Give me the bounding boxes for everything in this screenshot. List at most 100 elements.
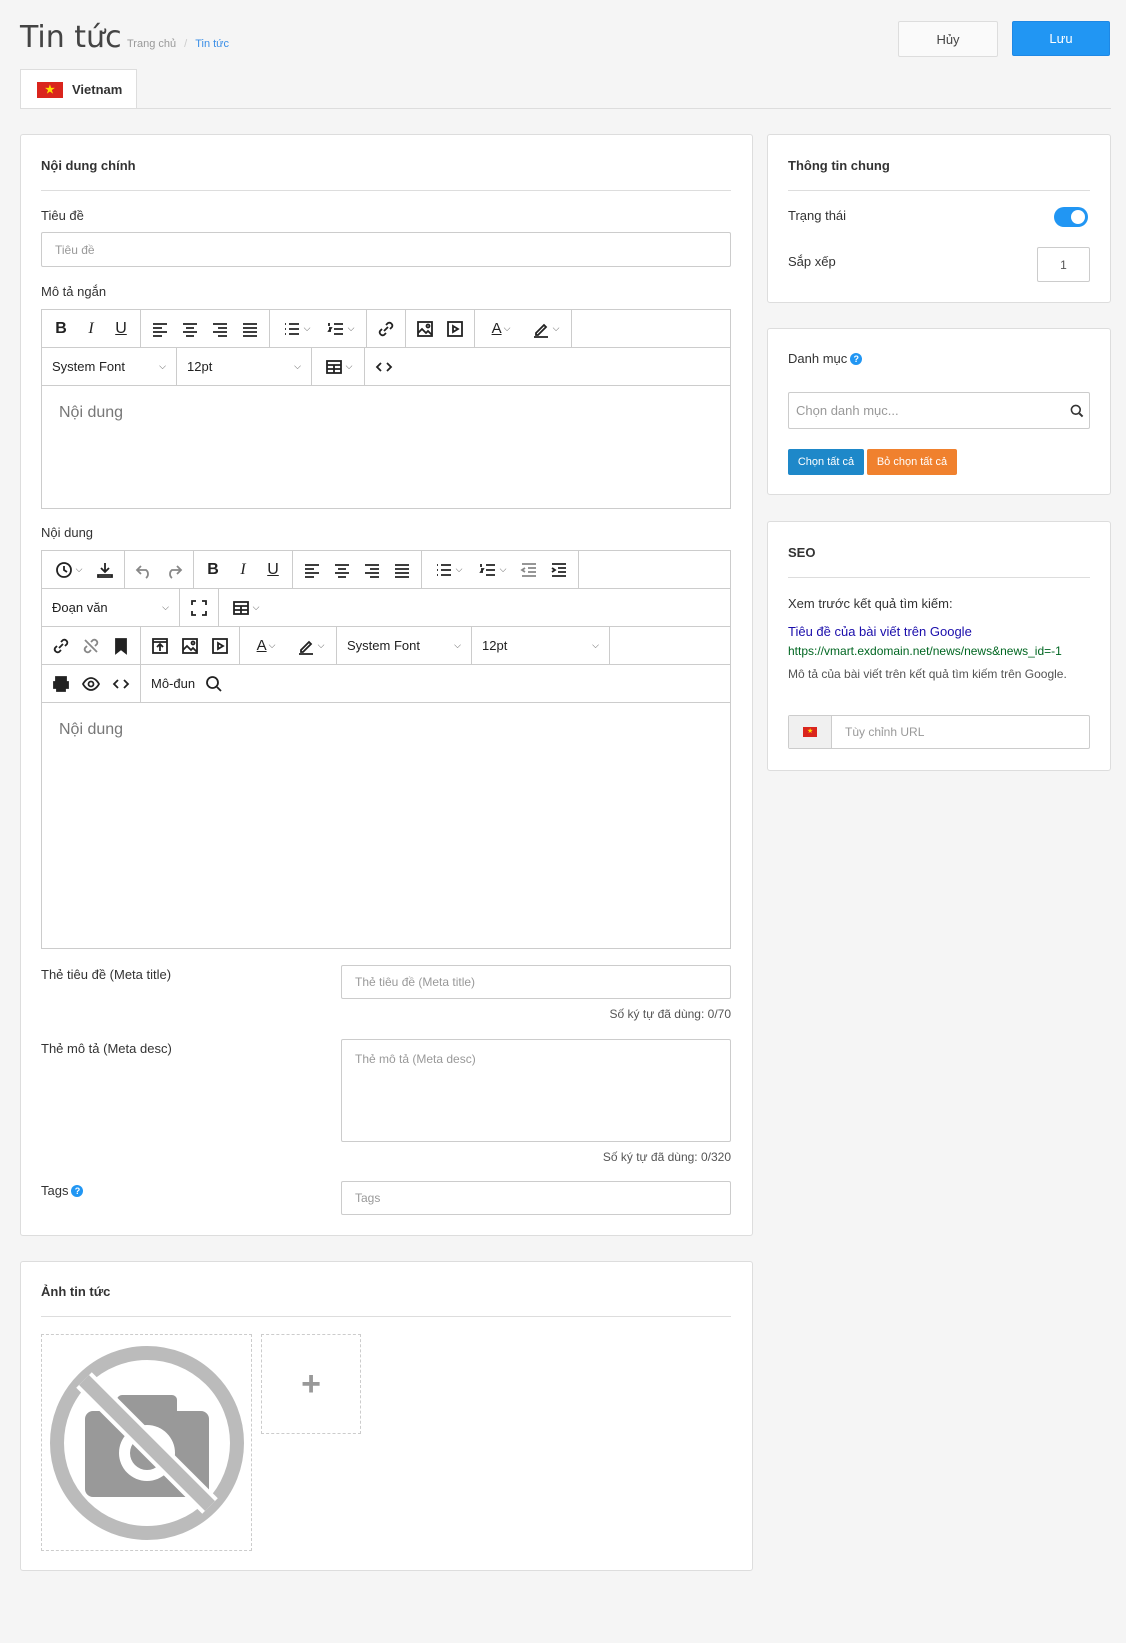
highlight-icon[interactable]: ⌵: [523, 315, 567, 343]
editor-toolbar: B I U ⌵ ⌵ A ⌵ ⌵: [42, 310, 730, 348]
editor-toolbar-row-2: System Font ⌵ 12pt ⌵ ⌵: [42, 348, 730, 386]
upload-icon[interactable]: [145, 632, 175, 660]
content-label: Nội dung: [41, 525, 94, 540]
short-desc-label: Mô tả ngắn: [41, 284, 107, 299]
category-search-input[interactable]: Chọn danh mục...: [788, 392, 1090, 429]
main-content-title: Nội dung chính: [41, 158, 136, 173]
help-icon[interactable]: ?: [71, 1184, 84, 1197]
status-label: Trạng thái: [788, 208, 847, 223]
chevron-down-icon: ⌵: [454, 640, 461, 650]
bold-icon[interactable]: B: [198, 556, 228, 584]
module-button[interactable]: Mô-đun: [151, 670, 195, 698]
align-center-icon[interactable]: [175, 315, 205, 343]
tab-label: Vietnam: [72, 82, 123, 97]
image-icon[interactable]: [175, 632, 205, 660]
seo-preview-url: https://vmart.exdomain.net/news/news&new…: [788, 644, 1062, 658]
bold-icon[interactable]: B: [46, 315, 76, 343]
link-icon[interactable]: [371, 315, 401, 343]
chevron-down-icon: ⌵: [592, 640, 599, 650]
add-image-button[interactable]: +: [261, 1334, 361, 1434]
text-color-icon[interactable]: A ⌵: [244, 632, 288, 660]
seo-preview-description: Mô tả của bài viết trên kết quả tìm kiếm…: [788, 667, 1067, 681]
italic-icon[interactable]: I: [76, 315, 106, 343]
chevron-down-icon: ⌵: [499, 564, 507, 574]
align-justify-icon[interactable]: [235, 315, 265, 343]
font-family-value: System Font: [52, 359, 125, 374]
image-placeholder[interactable]: [41, 1334, 252, 1551]
short-desc-editor: B I U ⌵ ⌵ A ⌵ ⌵ System Font ⌵ 12pt ⌵ ⌵ N…: [41, 309, 731, 509]
seo-preview-label: Xem trước kết quả tìm kiếm:: [788, 596, 953, 611]
seo-title: SEO: [788, 545, 816, 560]
save-button[interactable]: Lưu: [1012, 21, 1110, 56]
help-icon[interactable]: ?: [850, 352, 863, 365]
image-icon[interactable]: [410, 315, 440, 343]
table-icon[interactable]: ⌵: [223, 594, 267, 622]
text-color-icon[interactable]: A ⌵: [479, 315, 523, 343]
block-format-select[interactable]: Đoạn văn ⌵: [42, 589, 180, 626]
tags-input[interactable]: Tags: [341, 1181, 731, 1215]
font-family-select[interactable]: System Font ⌵: [337, 627, 472, 664]
table-icon[interactable]: ⌵: [316, 353, 360, 381]
indent-icon[interactable]: [544, 556, 574, 584]
no-image-icon: [46, 1342, 247, 1543]
fullscreen-icon[interactable]: [184, 594, 214, 622]
media-icon[interactable]: [205, 632, 235, 660]
divider: [788, 190, 1090, 191]
font-size-select[interactable]: 12pt ⌵: [472, 627, 610, 664]
seo-url-input[interactable]: Tùy chỉnh URL: [788, 715, 1090, 749]
align-justify-icon[interactable]: [387, 556, 417, 584]
outdent-icon[interactable]: [514, 556, 544, 584]
download-icon[interactable]: [90, 556, 120, 584]
chevron-down-icon: ⌵: [294, 361, 301, 371]
unlink-icon[interactable]: [76, 632, 106, 660]
link-icon[interactable]: [46, 632, 76, 660]
align-right-icon[interactable]: [357, 556, 387, 584]
chevron-down-icon: ⌵: [345, 361, 353, 371]
meta-title-label: Thẻ tiêu đề (Meta title): [41, 967, 172, 982]
history-icon[interactable]: ⌵: [46, 556, 90, 584]
numbered-list-icon[interactable]: ⌵: [318, 315, 362, 343]
undo-icon[interactable]: [129, 556, 159, 584]
align-right-icon[interactable]: [205, 315, 235, 343]
align-center-icon[interactable]: [327, 556, 357, 584]
cancel-button[interactable]: Hủy: [898, 21, 998, 57]
search-icon[interactable]: [199, 670, 229, 698]
content-area[interactable]: Nội dung: [42, 703, 730, 757]
deselect-all-button[interactable]: Bỏ chọn tất cả: [867, 449, 957, 475]
title-label: Tiêu đề: [41, 208, 84, 223]
underline-icon[interactable]: U: [106, 315, 136, 343]
breadcrumb-home[interactable]: Trang chủ: [127, 38, 176, 50]
status-toggle[interactable]: [1054, 207, 1088, 227]
font-family-select[interactable]: System Font ⌵: [42, 348, 177, 385]
redo-icon[interactable]: [159, 556, 189, 584]
preview-eye-icon[interactable]: [76, 670, 106, 698]
chevron-down-icon: ⌵: [75, 564, 83, 574]
underline-icon[interactable]: U: [258, 556, 288, 584]
bullet-list-icon[interactable]: ⌵: [274, 315, 318, 343]
source-code-icon[interactable]: [106, 670, 136, 698]
short-desc-content-area[interactable]: Nội dung: [42, 386, 730, 440]
numbered-list-icon[interactable]: ⌵: [470, 556, 514, 584]
breadcrumb-current[interactable]: Tin tức: [195, 38, 229, 50]
align-left-icon[interactable]: [145, 315, 175, 343]
general-info-title: Thông tin chung: [788, 158, 890, 173]
search-icon[interactable]: [1069, 403, 1085, 419]
font-size-value: 12pt: [187, 359, 213, 374]
sort-input[interactable]: 1: [1037, 247, 1090, 282]
source-code-icon[interactable]: [369, 353, 399, 381]
bullet-list-icon[interactable]: ⌵: [426, 556, 470, 584]
media-icon[interactable]: [440, 315, 470, 343]
italic-icon[interactable]: I: [228, 556, 258, 584]
tab-vietnam[interactable]: Vietnam: [20, 69, 137, 109]
meta-desc-textarea[interactable]: Thẻ mô tả (Meta desc): [341, 1039, 731, 1142]
align-left-icon[interactable]: [297, 556, 327, 584]
editor-toolbar-row-3: A ⌵ ⌵ System Font ⌵ 12pt ⌵: [42, 627, 730, 665]
divider: [41, 190, 731, 191]
font-size-select[interactable]: 12pt ⌵: [177, 348, 312, 385]
title-input[interactable]: Tiêu đề: [41, 232, 731, 267]
bookmark-icon[interactable]: [106, 632, 136, 660]
meta-title-input[interactable]: Thẻ tiêu đề (Meta title): [341, 965, 731, 999]
print-icon[interactable]: [46, 670, 76, 698]
select-all-button[interactable]: Chọn tất cả: [788, 449, 864, 475]
highlight-icon[interactable]: ⌵: [288, 632, 332, 660]
